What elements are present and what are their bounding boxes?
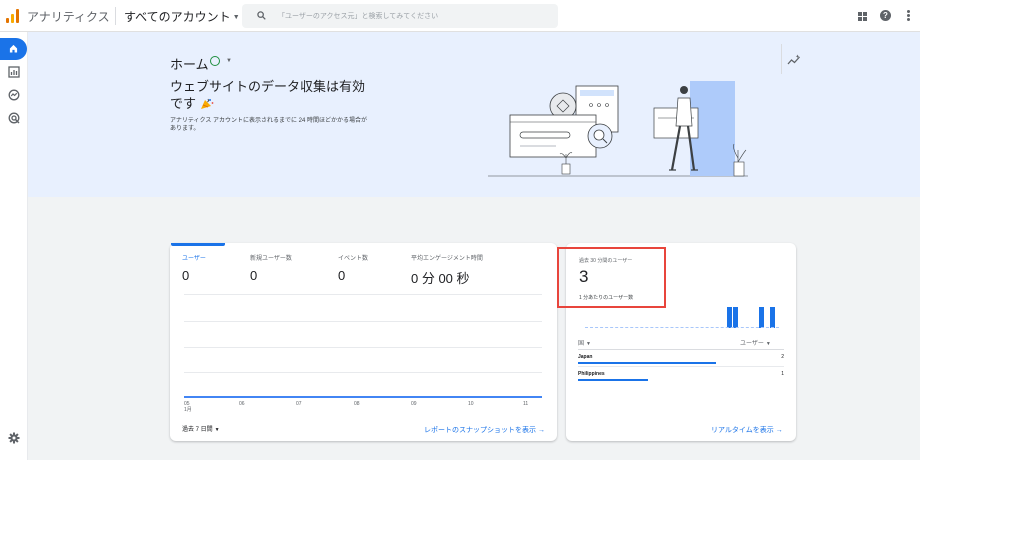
chevron-down-icon: ▼ (232, 14, 240, 21)
tab-event-count[interactable]: イベント数 0 (338, 253, 368, 283)
chart-bar (733, 307, 738, 328)
tab-new-users[interactable]: 新規ユーザー数 0 (250, 253, 292, 283)
metric-label: 平均エンゲージメント時間 (411, 256, 483, 262)
x-tick: 09 (411, 401, 417, 407)
tab-avg-engagement[interactable]: 平均エンゲージメント時間 0 分 00 秒 (411, 253, 483, 287)
chevron-down-icon: ▼ (765, 341, 771, 347)
metric-label: ユーザー (182, 256, 206, 262)
advertising-icon[interactable] (8, 112, 20, 124)
x-tick-day: 07 (296, 401, 302, 407)
metric-value: 0 (250, 268, 258, 283)
page-title: ホーム (170, 57, 209, 72)
x-tick: 11 (523, 401, 528, 407)
chevron-down-icon: ▼ (586, 341, 591, 347)
divider (578, 349, 784, 350)
proportion-bar (578, 362, 716, 364)
account-selector-label: すべてのアカウント (124, 10, 231, 24)
table-row: Philippines 1 (578, 368, 784, 384)
x-tick: 06 (239, 401, 245, 407)
left-nav-rail (0, 32, 28, 460)
metrics-card: ユーザー 0 新規ユーザー数 0 イベント数 0 平均エンゲージメント時間 0 … (170, 243, 557, 441)
party-popper-icon (201, 98, 214, 109)
chart-gridline (184, 372, 542, 373)
chart-bar (770, 307, 775, 328)
date-range-label: 過去 7 日間 (182, 427, 213, 433)
x-tick: 08 (354, 401, 360, 407)
gear-icon[interactable] (8, 432, 20, 444)
metric-label: イベント数 (338, 256, 369, 262)
app-title: アナリティクス (27, 10, 110, 24)
chart-gridline (184, 347, 542, 348)
column-header: 国 (578, 341, 585, 347)
metric-label: 新規ユーザー数 (250, 256, 292, 262)
top-bar: アナリティクス すべてのアカウント▼ ? (0, 0, 920, 32)
more-vert-icon[interactable] (907, 10, 910, 22)
x-tick-day: 10 (468, 401, 474, 407)
x-tick-day: 08 (354, 401, 360, 407)
check-circle-icon (210, 56, 220, 66)
tab-users[interactable]: ユーザー 0 (182, 253, 206, 283)
chart-gridline (184, 294, 542, 295)
column-header: ユーザー (740, 341, 764, 347)
search-input[interactable] (278, 8, 548, 24)
table-row: Japan 2 (578, 351, 784, 367)
metric-value: 0 (182, 268, 190, 283)
x-tick-day: 06 (239, 401, 245, 407)
nav-home[interactable] (0, 38, 27, 60)
divider (781, 44, 782, 74)
user-count: 1 (781, 371, 784, 377)
active-tab-indicator (171, 243, 225, 246)
x-tick-day: 09 (411, 401, 417, 407)
home-icon (9, 44, 18, 53)
proportion-bar (578, 379, 648, 381)
chart-bar (727, 307, 732, 328)
reports-icon[interactable] (8, 66, 20, 78)
x-tick: 05 1月 (184, 401, 192, 413)
x-tick: 07 (296, 401, 302, 407)
country-name: Philippines (578, 371, 605, 377)
search-icon (257, 11, 266, 20)
analytics-logo-icon[interactable] (6, 9, 20, 23)
x-tick-day: 11 (523, 401, 529, 407)
metric-value: 0 分 00 秒 (411, 271, 470, 286)
chevron-down-icon[interactable]: ▼ (226, 58, 232, 64)
insights-icon[interactable] (787, 54, 801, 66)
country-column-selector[interactable]: 国 ▼ (578, 338, 591, 347)
highlight-box (557, 247, 666, 308)
view-realtime-link[interactable]: リアルタイムを表示 → (711, 425, 783, 435)
country-name: Japan (578, 354, 593, 360)
view-snapshot-link[interactable]: レポートのスナップショットを表示 → (424, 425, 545, 435)
chart-bar (759, 307, 764, 328)
hero-banner: ホーム ▼ ウェブサイトのデータ収集は有効です アナリティクス アカウントに表示… (28, 32, 920, 197)
chevron-down-icon: ▼ (214, 427, 220, 433)
search-bar[interactable] (242, 4, 558, 28)
user-count: 2 (781, 354, 784, 360)
divider (578, 366, 784, 367)
explore-icon[interactable] (8, 89, 20, 101)
apps-grid-icon[interactable] (858, 12, 867, 21)
account-selector[interactable]: すべてのアカウント ▼ (124, 8, 240, 25)
divider (115, 7, 116, 25)
x-tick-month: 1月 (184, 407, 192, 413)
users-column-selector[interactable]: ユーザー ▼ (740, 338, 771, 347)
help-icon[interactable]: ? (880, 10, 891, 21)
chart-baseline (585, 327, 779, 328)
metric-value: 0 (338, 268, 346, 283)
hero-subtext: アナリティクス アカウントに表示されるまでに 24 時間ほどかかる場合があります… (170, 118, 368, 132)
headline: ウェブサイトのデータ収集は有効です (170, 78, 370, 112)
hero-illustration (488, 81, 748, 177)
x-tick: 10 (468, 401, 474, 407)
analytics-app: アナリティクス すべてのアカウント▼ ? (0, 0, 920, 460)
chart-gridline (184, 321, 542, 322)
date-range-selector[interactable]: 過去 7 日間 ▼ (182, 424, 220, 433)
chart-series-line (184, 396, 542, 398)
